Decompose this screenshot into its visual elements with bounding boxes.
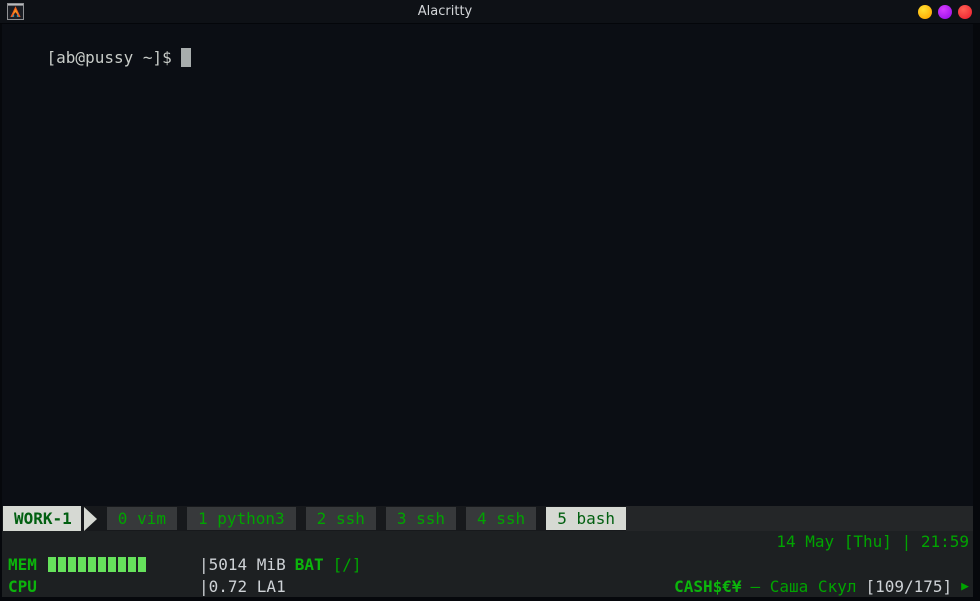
datetime-text: 14 May [Thu] | 21:59 [2,531,973,553]
mem-bar [88,557,96,572]
mem-bar [138,557,146,572]
mem-bar [98,557,106,572]
terminal-cursor [181,48,191,67]
mem-bar [108,557,116,572]
cpu-value: |0.72 LA1 [199,577,286,596]
mem-label: MEM [8,555,39,574]
session-name-badge[interactable]: WORK-1 [3,506,81,531]
maximize-button[interactable] [938,5,952,19]
mem-bar [68,557,76,572]
cpu-label: CPU [8,577,39,596]
shell-prompt: [ab@pussy ~]$ [47,48,172,67]
tab-2-ssh[interactable]: 2 ssh [306,507,376,530]
tab-1-python3[interactable]: 1 python3 [187,507,296,530]
tab-4-ssh[interactable]: 4 ssh [466,507,536,530]
mem-row: MEM |5014 MiB BAT [/] [2,553,973,575]
tab-3-ssh[interactable]: 3 ssh [386,507,456,530]
tab-0-vim[interactable]: 0 vim [107,507,177,530]
cash-label: CASH$€¥ [674,577,741,596]
tmux-window-tabs-row: WORK-1 0 vim 1 python3 2 ssh 3 ssh 4 ssh 5 ba… [2,506,973,531]
counter-value: [109/175] [865,577,952,596]
titlebar[interactable]: Alacritty [0,0,980,24]
window-controls [918,5,972,19]
owner-name: — Саша Скул [751,577,857,596]
minimize-button[interactable] [918,5,932,19]
mem-usage-bars [48,557,146,572]
mem-bar [128,557,136,572]
status-right: CASH$€¥ — Саша Скул [109/175] ▶ [674,577,973,596]
mem-bar [48,557,56,572]
window-title: Alacritty [0,0,890,23]
window-tabs-list: WORK-1 0 vim 1 python3 2 ssh 3 ssh 4 ssh 5 ba… [2,506,626,531]
mem-bar [78,557,86,572]
alacritty-app-icon [7,3,24,20]
session-arrow-icon [84,507,97,531]
mem-bar [118,557,126,572]
tabs-filler [626,506,973,531]
cpu-row: CPU |0.72 LA1 CASH$€¥ — Саша Скул [109/1… [2,575,973,597]
play-icon: ▶ [961,579,969,594]
mem-value: |5014 MiB [199,555,286,574]
terminal-screen[interactable]: [ab@pussy ~]$ [2,24,973,506]
battery-status: [/] [333,555,362,574]
mem-bar [58,557,66,572]
alacritty-window: Alacritty [ab@pussy ~]$ WORK-1 0 vim 1 py… [0,0,980,601]
tab-5-bash[interactable]: 5 bash [546,507,626,530]
close-button[interactable] [958,5,972,19]
tmux-status-bar: WORK-1 0 vim 1 python3 2 ssh 3 ssh 4 ssh 5 ba… [2,506,973,597]
battery-label: BAT [295,555,324,574]
